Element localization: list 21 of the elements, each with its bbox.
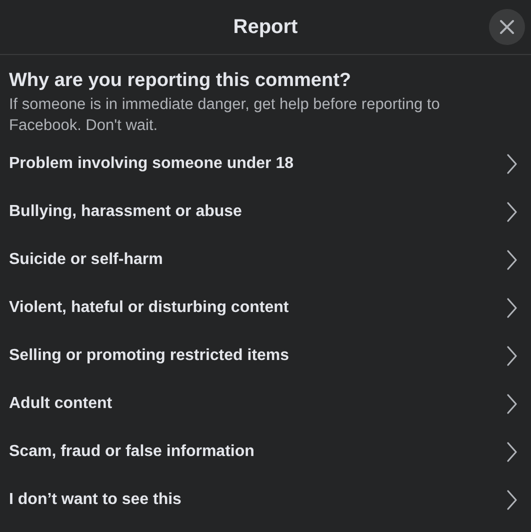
report-option[interactable]: Scam, fraud or false information — [9, 428, 522, 476]
report-option[interactable]: Adult content — [9, 380, 522, 428]
chevron-right-icon — [506, 346, 518, 366]
chevron-right-icon — [506, 154, 518, 174]
report-option[interactable]: Suicide or self-harm — [9, 236, 522, 284]
report-option[interactable]: Problem involving someone under 18 — [9, 140, 522, 188]
chevron-right-icon — [506, 298, 518, 318]
report-option[interactable]: Bullying, harassment or abuse — [9, 188, 522, 236]
dialog-title: Report — [233, 16, 298, 38]
help-text: If someone is in immediate danger, get help before reporting to Facebook. Don't wait. — [9, 95, 441, 136]
chevron-right-icon — [506, 202, 518, 222]
report-option[interactable]: Violent, hateful or disturbing content — [9, 284, 522, 332]
report-option[interactable]: I don’t want to see this — [9, 476, 522, 524]
report-option[interactable]: Selling or promoting restricted items — [9, 332, 522, 380]
chevron-right-icon — [506, 490, 518, 510]
chevron-right-icon — [506, 250, 518, 270]
chevron-right-icon — [506, 394, 518, 414]
chevron-right-icon — [506, 442, 518, 462]
close-button[interactable] — [489, 9, 525, 45]
question-heading: Why are you reporting this comment? — [9, 69, 352, 93]
close-icon — [499, 19, 515, 35]
